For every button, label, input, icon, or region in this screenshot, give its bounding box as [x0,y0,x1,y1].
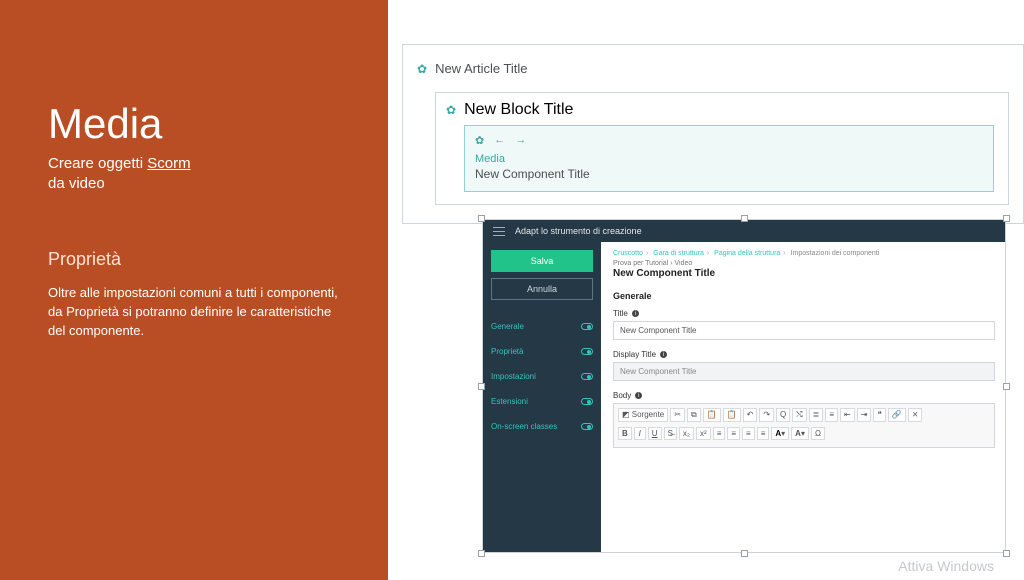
section-paragraph: Oltre alle impostazioni comuni a tutti i… [48,284,338,341]
title-input[interactable]: New Component Title [613,321,995,340]
resize-handle-icon[interactable] [741,550,748,557]
context-path: Prova per Tutorial › Video [613,260,995,267]
arrow-right-icon[interactable]: → [515,134,526,147]
display-title-input[interactable]: New Component Title [613,362,995,381]
text-color-icon[interactable]: A▾ [771,427,789,441]
superscript-icon[interactable]: x² [696,427,711,441]
resize-handle-icon[interactable] [1003,383,1010,390]
breadcrumb: Cruscotto› Gara di struttura› Pagina del… [613,250,995,257]
resize-handle-icon[interactable] [1003,550,1010,557]
list-number-icon[interactable]: ≡ [825,408,838,422]
resize-handle-icon[interactable] [478,550,485,557]
hamburger-icon[interactable] [493,227,505,236]
toggle-icon[interactable] [581,348,593,355]
bold-icon[interactable]: B [618,427,632,441]
sidebar: Salva Annulla Generale Proprietà Imposta… [483,242,601,552]
bg-color-icon[interactable]: A▾ [791,427,809,441]
app-body: Salva Annulla Generale Proprietà Imposta… [483,242,1005,552]
cancel-button[interactable]: Annulla [491,278,593,300]
strike-icon[interactable]: S̶ [664,427,677,441]
align-left-icon[interactable]: ≡ [713,427,726,441]
copy-icon[interactable]: ⧉ [687,408,701,422]
slide-subtitle: Creare oggetti Scorm da video [48,154,348,193]
link-icon[interactable]: 🔗 [888,408,906,422]
section-heading: Proprietà [48,249,348,270]
sidebar-nav: Generale Proprietà Impostazioni Estensio… [491,320,593,433]
info-icon[interactable]: i [632,310,639,317]
resize-handle-icon[interactable] [1003,215,1010,222]
resize-handle-icon[interactable] [478,215,485,222]
info-icon[interactable]: i [660,351,667,358]
article-row[interactable]: ✿ New Article Title [403,55,1023,82]
info-icon[interactable]: i [635,392,642,399]
left-panel: Media Creare oggetti Scorm da video Prop… [0,0,388,580]
crumb-link[interactable]: Pagina della struttura [714,250,780,257]
italic-icon[interactable]: I [634,427,646,441]
align-justify-icon[interactable]: ≡ [757,427,770,441]
gear-icon[interactable]: ✿ [446,103,456,117]
slide: Media Creare oggetti Scorm da video Prop… [0,0,1024,580]
title-field-label: Titlei [613,309,995,318]
article-container: ✿ New Article Title ✿ New Block Title ✿ … [402,44,1024,224]
block-row[interactable]: ✿ New Block Title [446,101,998,119]
toggle-icon[interactable] [581,323,593,330]
windows-activation-watermark: Attiva Windows [898,558,994,574]
section-generale-heading: Generale [613,291,995,301]
outdent-icon[interactable]: ⇤ [840,408,855,422]
resize-handle-icon[interactable] [478,383,485,390]
gear-icon[interactable]: ✿ [475,134,484,147]
toggle-icon[interactable] [581,398,593,405]
adapt-editor-screenshot: Adapt lo strumento di creazione Salva An… [482,219,1006,553]
replace-icon[interactable]: ⤭ [792,408,806,422]
search-icon[interactable]: Q [776,408,790,422]
crumb-link[interactable]: Gara di struttura [653,250,704,257]
subscript-icon[interactable]: x₂ [679,427,694,441]
list-bullet-icon[interactable]: ≣ [809,408,824,422]
unlink-icon[interactable]: ⨯ [908,408,923,422]
gear-icon[interactable]: ✿ [417,62,427,76]
embedded-image-selection[interactable]: Adapt lo strumento di creazione Salva An… [482,219,1006,553]
article-title: New Article Title [435,61,527,76]
sidebar-item-onscreen[interactable]: On-screen classes [491,420,593,433]
indent-icon[interactable]: ⇥ [857,408,872,422]
toggle-icon[interactable] [581,423,593,430]
arrow-left-icon[interactable]: ← [494,134,505,147]
right-panel: ✿ New Article Title ✿ New Block Title ✿ … [388,0,1024,580]
cut-icon[interactable]: ✂ [670,408,685,422]
align-right-icon[interactable]: ≡ [742,427,755,441]
save-button[interactable]: Salva [491,250,593,272]
app-name: Adapt lo strumento di creazione [515,226,642,236]
slide-title: Media [48,100,348,148]
sidebar-item-proprieta[interactable]: Proprietà [491,345,593,358]
toggle-icon[interactable] [581,373,593,380]
resize-handle-icon[interactable] [741,215,748,222]
component-type-label: Media [475,153,983,165]
redo-icon[interactable]: ↷ [759,408,774,422]
component-container[interactable]: ✿ ← → Media New Component Title [464,125,994,192]
paste-icon[interactable]: 📋 [703,408,721,422]
crumb-link[interactable]: Cruscotto [613,250,643,257]
component-toolbar: ✿ ← → [475,134,983,147]
page-title: New Component Title [613,268,995,279]
rich-text-toolbar: ◩ Sorgente ✂ ⧉ 📋 📋 ↶ ↷ Q ⤭ ≣ ≡ [613,403,995,448]
crumb-current: Impostazioni dei componenti [791,250,880,257]
block-container: ✿ New Block Title ✿ ← → Media New Compon… [435,92,1009,205]
source-button[interactable]: ◩ Sorgente [618,408,668,422]
sidebar-item-generale[interactable]: Generale [491,320,593,333]
sidebar-item-estensioni[interactable]: Estensioni [491,395,593,408]
body-field-label: Bodyi [613,391,995,400]
underline-icon[interactable]: U [648,427,662,441]
display-title-field-label: Display Titlei [613,350,995,359]
undo-icon[interactable]: ↶ [743,408,758,422]
quote-icon[interactable]: ❝ [873,408,885,422]
align-center-icon[interactable]: ≡ [727,427,740,441]
app-header: Adapt lo strumento di creazione [483,220,1005,242]
main-panel: Cruscotto› Gara di struttura› Pagina del… [601,242,1005,552]
paste-text-icon[interactable]: 📋 [723,408,741,422]
sidebar-item-impostazioni[interactable]: Impostazioni [491,370,593,383]
component-title: New Component Title [475,167,983,181]
special-char-icon[interactable]: Ω [811,427,825,441]
block-title: New Block Title [464,101,573,119]
